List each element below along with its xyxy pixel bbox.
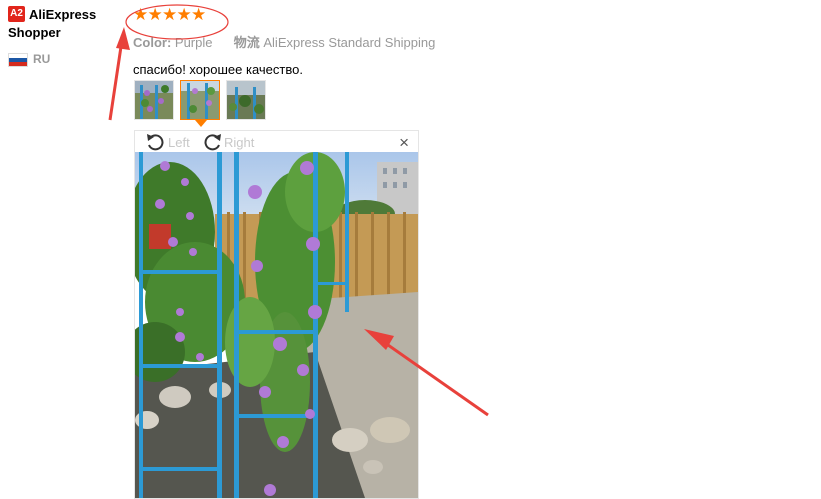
star-icon: ★	[133, 5, 149, 24]
reviewer-info: A2 AliExpress Shopper	[8, 6, 118, 42]
annotation-arrow-shaft	[108, 39, 124, 121]
shipping-label: 物流	[233, 35, 260, 50]
thumbnail-pointer-caret	[195, 120, 207, 127]
star-icon: ★	[147, 5, 163, 24]
rotate-left-label: Left	[168, 134, 190, 150]
rotate-left-button[interactable]: Left	[145, 133, 190, 151]
rotate-left-icon	[147, 134, 164, 151]
russia-flag-icon	[8, 52, 28, 67]
star-icon: ★	[191, 5, 207, 24]
reviewer-country: RU	[8, 52, 50, 67]
annotation-arrow-icon	[116, 27, 130, 50]
photo-viewer: Left Right ×	[134, 130, 419, 499]
review-text: спасибо! хорошее качество.	[133, 62, 303, 77]
country-code: RU	[33, 52, 51, 66]
star-icon: ★	[162, 5, 178, 24]
order-info: Color: Purple 物流 AliExpress Standard Shi…	[133, 32, 533, 51]
star-icon: ★	[176, 5, 192, 24]
review-photo-thumbnail-selected[interactable]	[180, 80, 220, 120]
rotate-right-label: Right	[224, 134, 255, 150]
review-photo-thumbnail[interactable]	[226, 80, 266, 120]
shipping-value: AliExpress Standard Shipping	[263, 35, 436, 50]
review-content: ★★★★★ Color: Purple 物流 AliExpress Standa…	[133, 6, 533, 78]
star-rating: ★★★★★	[133, 6, 533, 24]
close-viewer-button[interactable]: ×	[399, 133, 409, 153]
color-value: Purple	[174, 35, 213, 50]
color-label: Color:	[133, 35, 172, 50]
rotate-right-button[interactable]: Right	[201, 133, 254, 151]
rotate-right-icon	[204, 134, 221, 151]
review-photo-thumbnail[interactable]	[134, 80, 174, 120]
reviewer-level-badge: A2	[8, 6, 25, 22]
review-photo-large	[135, 152, 418, 498]
photo-viewer-toolbar: Left Right ×	[135, 131, 418, 152]
